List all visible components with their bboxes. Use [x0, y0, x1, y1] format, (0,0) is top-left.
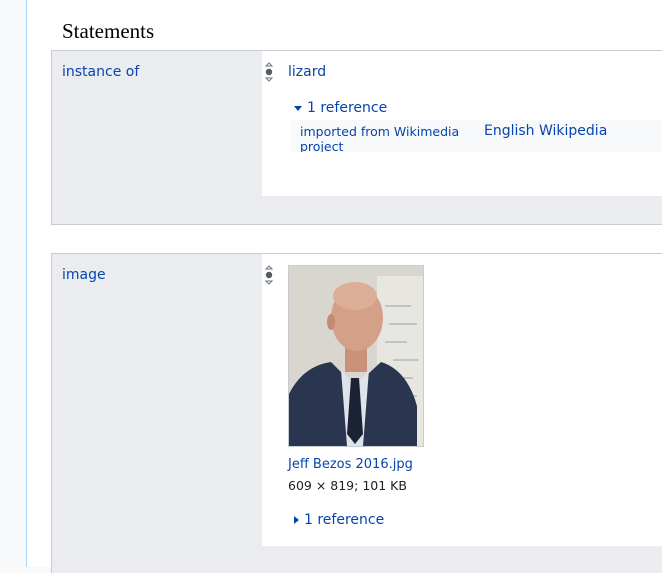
rank-selector-icon[interactable] — [264, 62, 274, 88]
caret-down-icon — [294, 105, 302, 111]
portrait-photo-icon — [289, 266, 423, 446]
references-toggle[interactable]: 1 reference — [294, 512, 384, 528]
value-link-lizard[interactable]: lizard — [288, 64, 326, 80]
references-label: 1 reference — [304, 512, 385, 528]
reference-value-link[interactable]: English Wikipedia — [484, 123, 607, 139]
file-name-link[interactable]: Jeff Bezos 2016.jpg — [288, 457, 413, 472]
property-link-instance-of[interactable]: instance of — [62, 64, 139, 80]
statement-values: lizard 1 reference imported from Wikimed… — [262, 51, 662, 196]
main-content: Statements instance of lizard 1 referenc… — [26, 0, 662, 573]
section-heading-statements: Statements — [62, 19, 155, 43]
property-link-image[interactable]: image — [62, 267, 106, 283]
reference-row: imported from Wikimedia project English … — [291, 120, 662, 152]
rank-selector-icon[interactable] — [264, 265, 274, 291]
reference-property-link[interactable]: imported from Wikimedia project — [300, 124, 460, 152]
references-toggle[interactable]: 1 reference — [294, 100, 387, 116]
file-metadata: 609 × 819; 101 KB — [288, 478, 407, 493]
image-thumbnail[interactable] — [288, 265, 424, 447]
statement-group-image: image Jeff Bezos 2016.jpg 609 × 819; 101… — [51, 253, 662, 573]
statement-values: Jeff Bezos 2016.jpg 609 × 819; 101 KB 1 … — [262, 254, 662, 546]
references-label: 1 reference — [307, 100, 388, 116]
caret-right-icon — [294, 516, 299, 524]
statement-group-instance-of: instance of lizard 1 reference imported … — [51, 50, 662, 225]
